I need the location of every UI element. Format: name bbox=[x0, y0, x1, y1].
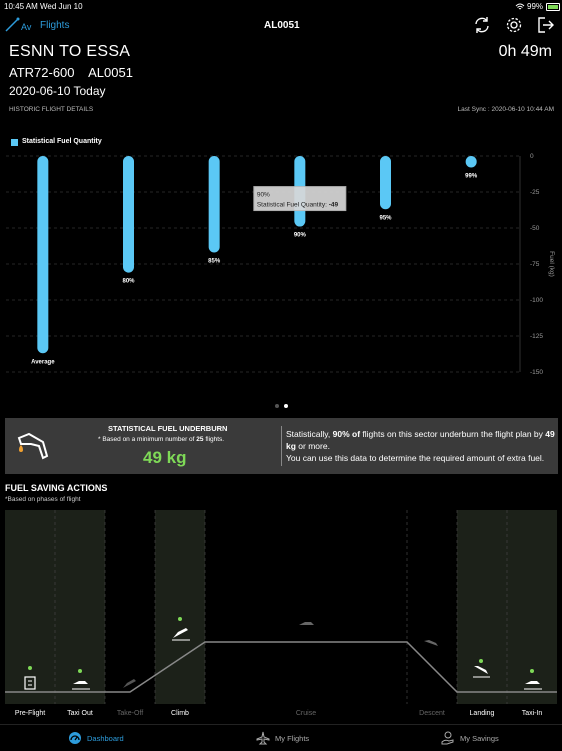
app-logo-icon: Av bbox=[5, 17, 32, 32]
tab-dashboard[interactable]: Dashboard bbox=[68, 731, 124, 745]
bar-2[interactable] bbox=[208, 156, 220, 253]
aircraft-model: ATR72-600 bbox=[9, 65, 75, 80]
basis-suffix: flights. bbox=[205, 436, 225, 443]
desc-text-3: or more. bbox=[298, 441, 330, 451]
bar-label: 95% bbox=[379, 215, 392, 221]
page-dot-1[interactable] bbox=[275, 404, 279, 408]
phase-climb[interactable]: Climb bbox=[155, 710, 205, 717]
section-label: HISTORIC FLIGHT DETAILS bbox=[9, 106, 94, 113]
wifi-icon bbox=[515, 3, 525, 10]
desc-text-4: You can use this data to determine the r… bbox=[286, 453, 545, 463]
aircraft-type: ATR72-600 AL0051 bbox=[9, 65, 133, 80]
panel-divider bbox=[281, 426, 282, 466]
phase-descent: Descent bbox=[419, 710, 445, 717]
cruise-plane-icon bbox=[299, 622, 314, 625]
descent-plane-icon bbox=[424, 640, 438, 646]
fuel-saving-subtitle: *Based on phases of flight bbox=[5, 496, 81, 503]
bar-label: Average bbox=[31, 359, 55, 365]
underburn-description: Statistically, 90% of flights on this se… bbox=[286, 428, 556, 464]
battery-icon bbox=[546, 3, 560, 11]
desc-text-2: flights on this sector underburn the fli… bbox=[362, 429, 543, 439]
y-tick-label: -25 bbox=[530, 189, 540, 196]
fuel-quantity-chart: 0 -25 -50 -75 -100 -125 -150 Fuel (kg) Average 80… bbox=[6, 153, 555, 376]
takeoff-plane-icon bbox=[123, 679, 136, 688]
logout-icon[interactable] bbox=[537, 16, 555, 34]
tab-dashboard-label: Dashboard bbox=[87, 733, 124, 743]
tab-my-flights-label: My Flights bbox=[275, 733, 310, 743]
legend-swatch bbox=[11, 139, 18, 146]
underburn-title: STATISTICAL FUEL UNDERBURN bbox=[108, 424, 228, 433]
legend-label: Statistical Fuel Quantity bbox=[22, 138, 102, 145]
tooltip-title: 90% bbox=[257, 192, 270, 199]
desc-percent: 90% of bbox=[332, 429, 361, 439]
phase-landing[interactable]: Landing bbox=[457, 710, 507, 717]
plane-icon bbox=[256, 731, 270, 745]
fuel-nozzle-icon bbox=[17, 432, 49, 460]
dashboard-icon bbox=[69, 732, 81, 744]
phase-labels: Pre-Flight Taxi Out Take-Off Climb Cruis… bbox=[5, 710, 557, 720]
phase-take-off: Take-Off bbox=[116, 710, 144, 717]
route-title: ESNN TO ESSA bbox=[9, 43, 131, 60]
y-tick-label: 0 bbox=[530, 153, 534, 160]
back-to-flights-link[interactable]: Flights bbox=[40, 20, 69, 31]
bar-label: 85% bbox=[208, 258, 221, 264]
y-tick-label: -150 bbox=[530, 369, 543, 376]
underburn-value: 49 kg bbox=[143, 448, 187, 467]
bar-1[interactable] bbox=[123, 156, 134, 273]
underburn-panel: STATISTICAL FUEL UNDERBURN * Based on a … bbox=[5, 418, 558, 474]
bar-label: 90% bbox=[294, 233, 307, 239]
bar-4[interactable] bbox=[380, 156, 391, 210]
fuel-saving-title: FUEL SAVING ACTIONS bbox=[5, 483, 108, 493]
tab-my-savings-label: My Savings bbox=[460, 733, 499, 743]
refresh-icon[interactable] bbox=[473, 16, 491, 34]
y-tick-label: -125 bbox=[530, 333, 543, 340]
flight-phases-diagram bbox=[5, 510, 557, 704]
tab-my-flights[interactable]: My Flights bbox=[256, 731, 309, 745]
tooltip-text: Statistical Fuel Quantity: -49 bbox=[257, 202, 339, 209]
status-date: Wed Jun 10 bbox=[40, 2, 83, 11]
tab-bar: Dashboard My Flights My Savings bbox=[0, 724, 562, 751]
y-tick-label: -75 bbox=[530, 261, 540, 268]
bar-label: 99% bbox=[465, 174, 478, 180]
phase-pre-flight[interactable]: Pre-Flight bbox=[5, 710, 55, 717]
underburn-basis: * Based on a minimum number of 25 flight… bbox=[98, 436, 224, 443]
y-tick-label: -100 bbox=[530, 297, 543, 304]
savings-hand-icon bbox=[441, 731, 454, 745]
basis-count: 25 bbox=[196, 436, 204, 443]
status-time: 10:45 AM bbox=[4, 2, 38, 11]
gear-icon[interactable] bbox=[505, 16, 523, 34]
last-sync: Last Sync : 2020-06-10 10:44 AM bbox=[457, 106, 554, 113]
y-axis-label: Fuel (kg) bbox=[548, 251, 555, 277]
svg-text:Av: Av bbox=[21, 22, 32, 32]
bar-5[interactable] bbox=[465, 156, 477, 168]
phase-taxi-out[interactable]: Taxi Out bbox=[55, 710, 105, 717]
y-tick-label: -50 bbox=[530, 225, 540, 232]
bar-0[interactable] bbox=[37, 156, 49, 354]
tab-my-savings[interactable]: My Savings bbox=[441, 731, 499, 745]
bar-label: 80% bbox=[122, 279, 135, 285]
phase-taxi-in[interactable]: Taxi-In bbox=[507, 710, 557, 717]
flight-date: 2020-06-10 Today bbox=[9, 84, 106, 98]
basis-prefix: * Based on a minimum number of bbox=[98, 436, 195, 443]
battery-percent: 99% bbox=[527, 2, 544, 11]
phase-cruise: Cruise bbox=[295, 710, 317, 717]
page-dot-2[interactable] bbox=[284, 404, 288, 408]
nav-title: AL0051 bbox=[264, 20, 300, 31]
desc-text-1: Statistically, bbox=[286, 429, 331, 439]
flight-duration: 0h 49m bbox=[498, 43, 552, 60]
flight-number: AL0051 bbox=[88, 65, 133, 80]
